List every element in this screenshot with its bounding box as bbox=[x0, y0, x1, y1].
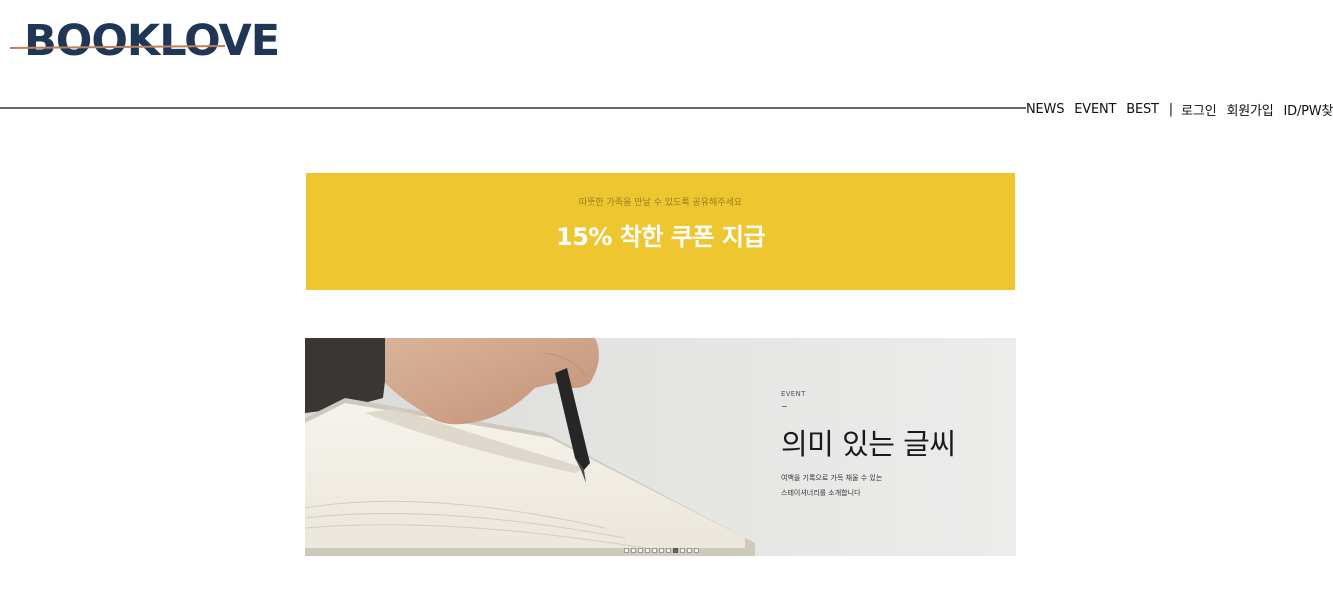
slider-dot[interactable] bbox=[645, 548, 650, 553]
slide-desc-line-2: 스테이셔너리를 소개합니다 bbox=[781, 489, 861, 497]
slide-dash bbox=[782, 406, 787, 407]
slider-dot[interactable] bbox=[652, 548, 657, 553]
coupon-title: 15% 착한 쿠폰 지급 bbox=[556, 223, 766, 251]
slide-text-block: EVENT 의미 있는 글씨 여백을 기록으로 가득 채울 수 있는 스테이셔너… bbox=[781, 390, 956, 501]
coupon-subtitle: 따뜻한 가족을 만날 수 있도록 공유해주세요 bbox=[578, 198, 743, 208]
nav-find-id-pw[interactable]: ID/PW찾기 bbox=[1284, 100, 1333, 119]
slider-dot[interactable] bbox=[631, 548, 636, 553]
header-divider bbox=[0, 107, 1026, 109]
slider-pagination bbox=[624, 548, 699, 553]
slider-dot[interactable] bbox=[624, 548, 629, 553]
slider-dot[interactable] bbox=[659, 548, 664, 553]
slider-dot[interactable] bbox=[694, 548, 699, 553]
nav-separator: | bbox=[1168, 101, 1174, 117]
site-logo[interactable]: BOOKLOVE bbox=[9, 16, 280, 66]
slider-dot[interactable] bbox=[680, 548, 685, 553]
slide-tag: EVENT bbox=[781, 390, 806, 398]
logo-text: BOOKLOVE bbox=[24, 16, 280, 66]
slide-description: 여백을 기록으로 가득 채울 수 있는 스테이셔너리를 소개합니다 bbox=[781, 471, 956, 501]
event-slider[interactable]: EVENT 의미 있는 글씨 여백을 기록으로 가득 채울 수 있는 스테이셔너… bbox=[305, 338, 1016, 556]
coupon-banner[interactable]: 따뜻한 가족을 만날 수 있도록 공유해주세요 15% 착한 쿠폰 지급 bbox=[306, 173, 1015, 290]
nav-login[interactable]: 로그인 bbox=[1181, 100, 1216, 119]
top-nav: NEWS EVENT BEST | 로그인 회원가입 ID/PW찾기 bbox=[1026, 100, 1333, 119]
nav-best[interactable]: BEST bbox=[1126, 102, 1159, 117]
slider-dot[interactable] bbox=[687, 548, 692, 553]
nav-signup[interactable]: 회원가입 bbox=[1226, 100, 1273, 119]
slide-desc-line-1: 여백을 기록으로 가득 채울 수 있는 bbox=[781, 474, 883, 482]
nav-news[interactable]: NEWS bbox=[1026, 102, 1064, 117]
slider-dot[interactable] bbox=[666, 548, 671, 553]
page: BOOKLOVE NEWS EVENT BEST | 로그인 회원가입 ID/P… bbox=[0, 0, 1333, 607]
slide-title: 의미 있는 글씨 bbox=[781, 427, 956, 461]
slider-dot[interactable] bbox=[638, 548, 643, 553]
nav-event[interactable]: EVENT bbox=[1074, 102, 1116, 117]
slider-dot[interactable] bbox=[673, 548, 678, 553]
